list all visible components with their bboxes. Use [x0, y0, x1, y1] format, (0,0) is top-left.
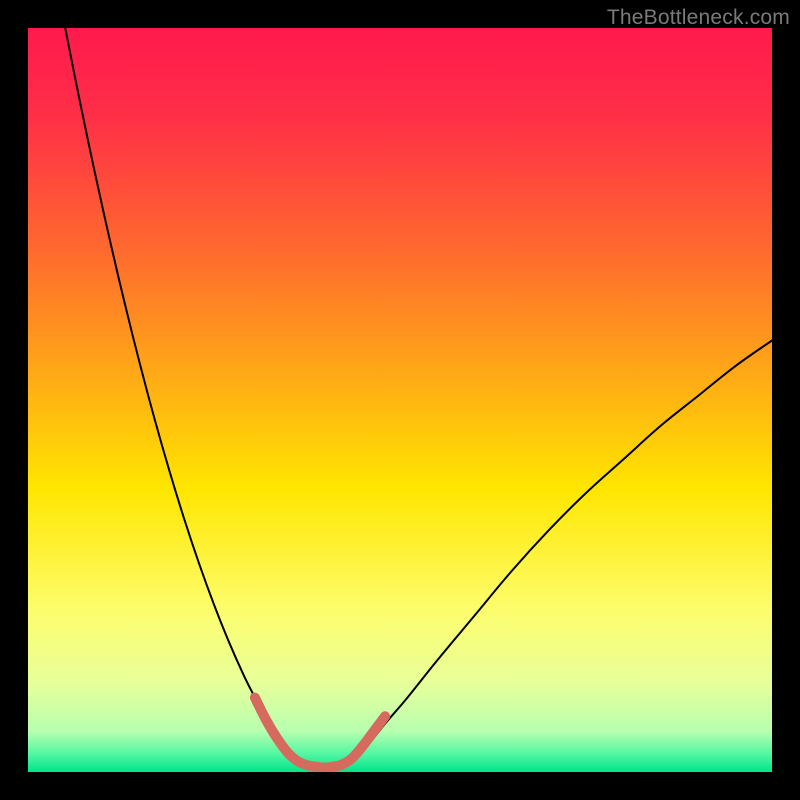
series-valley-highlight-right: [340, 716, 385, 765]
curve-layer: [28, 28, 772, 772]
watermark-text: TheBottleneck.com: [607, 6, 790, 30]
series-right-branch: [359, 340, 772, 753]
chart-frame: TheBottleneck.com: [0, 0, 800, 800]
series-valley-highlight-left: [255, 698, 311, 766]
series-left-branch: [65, 28, 288, 753]
plot-area: [28, 28, 772, 772]
